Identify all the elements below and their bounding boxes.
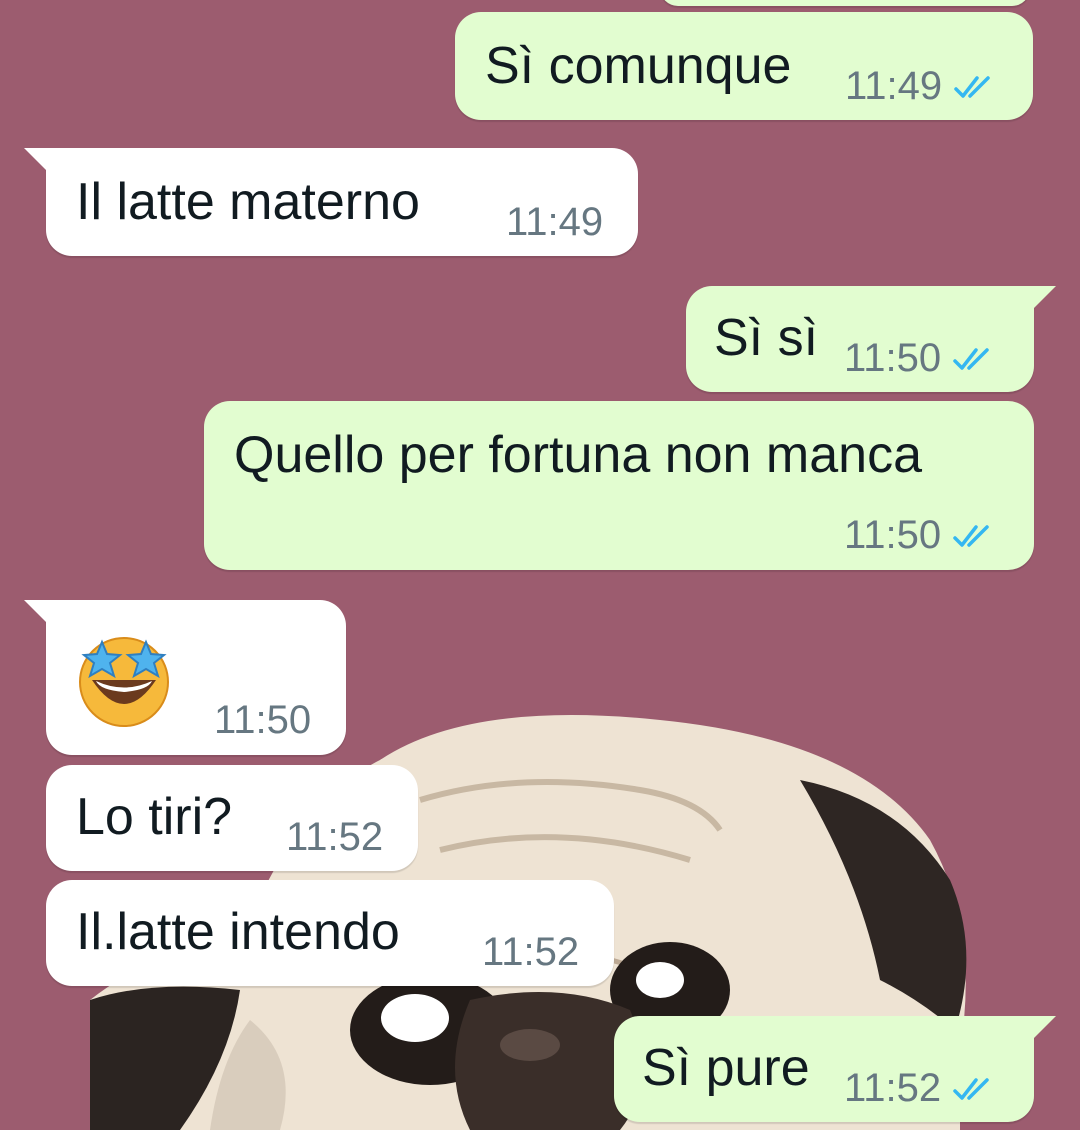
message-text: Il.latte intendo [76, 903, 400, 961]
message-time: 11:50 [844, 513, 942, 557]
message-text: Sì sì [714, 309, 819, 367]
message-time: 11:49 [506, 200, 604, 244]
message-bubble-partial[interactable] [660, 0, 1030, 6]
message-bubble-incoming[interactable]: 11:50 [24, 600, 346, 755]
message-meta: 11:49 [845, 64, 996, 109]
message-time: 11:52 [286, 815, 384, 859]
message-bubble-outgoing[interactable]: Sì pure 11:52 [614, 1016, 1056, 1122]
message-meta: 11:52 [482, 930, 579, 975]
read-receipt-icon [954, 75, 990, 98]
message-meta: 11:49 [506, 200, 603, 245]
message-bubble-incoming[interactable]: Lo tiri? 11:52 [46, 765, 418, 871]
message-text: Sì pure [642, 1039, 810, 1097]
message-meta: 11:50 [214, 698, 311, 743]
read-receipt-icon [953, 524, 989, 547]
message-time: 11:49 [845, 64, 943, 108]
message-time: 11:50 [214, 698, 312, 742]
message-time: 11:50 [844, 336, 942, 380]
message-text: Quello per fortuna non manca [234, 426, 922, 484]
message-text: Il latte materno [76, 173, 420, 231]
message-bubble-outgoing[interactable]: Sì sì 11:50 [686, 286, 1056, 392]
message-bubble-incoming[interactable]: Il.latte intendo 11:52 [46, 880, 614, 986]
message-time: 11:52 [844, 1066, 942, 1110]
read-receipt-icon [953, 1077, 989, 1100]
message-meta: 11:50 [844, 336, 995, 381]
message-text: Sì comunque [485, 37, 792, 95]
message-bubble-outgoing[interactable]: Quello per fortuna non manca 11:50 [204, 401, 1034, 570]
read-receipt-icon [953, 347, 989, 370]
message-bubble-incoming[interactable]: Il latte materno 11:49 [24, 148, 638, 256]
message-text: Lo tiri? [76, 788, 233, 846]
message-meta: 11:52 [286, 815, 383, 860]
message-meta: 11:52 [844, 1066, 995, 1111]
message-bubble-outgoing[interactable]: Sì comunque 11:49 [455, 12, 1033, 120]
message-time: 11:52 [482, 930, 580, 974]
message-meta: 11:50 [844, 513, 995, 558]
star-struck-emoji-icon [79, 637, 169, 727]
